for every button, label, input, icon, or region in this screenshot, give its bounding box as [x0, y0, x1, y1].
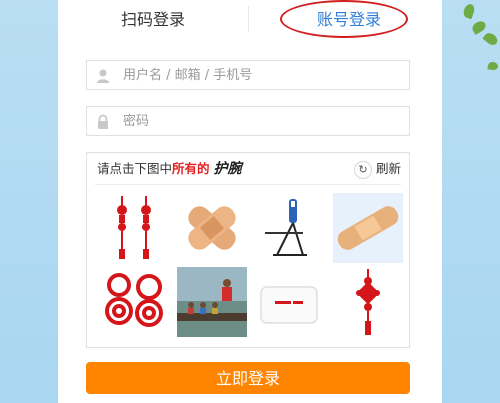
username-field [86, 60, 410, 90]
username-input[interactable] [123, 61, 403, 89]
captcha-image-bandage[interactable] [333, 193, 403, 263]
decorative-leaf [470, 19, 488, 35]
decorative-leaf [461, 2, 477, 20]
tab-divider [248, 6, 249, 32]
decorative-leaf [482, 30, 500, 48]
captcha-image-chinese-knot[interactable] [333, 267, 403, 337]
login-panel: 扫码登录 账号登录 请点击下图中所有的护腕 ↻刷新 [58, 0, 442, 403]
captcha-prompt-prefix: 请点击下图中 [97, 161, 173, 176]
refresh-icon: ↻ [353, 160, 372, 179]
password-field [86, 106, 410, 136]
tab-qr-login[interactable]: 扫码登录 [98, 6, 208, 34]
user-icon [95, 68, 111, 84]
decorative-leaf [487, 61, 499, 71]
captcha-refresh-label: 刷新 [375, 161, 401, 176]
captcha-keyword: 护腕 [213, 161, 242, 177]
captcha-image-paper-cutting[interactable] [99, 267, 169, 337]
lock-icon [95, 114, 111, 130]
captcha-image-wristband[interactable] [255, 267, 325, 337]
captcha-image-knot-tassels[interactable] [99, 193, 169, 263]
captcha-prompt-highlight: 所有的 [172, 161, 210, 176]
login-button[interactable]: 立即登录 [86, 362, 410, 394]
captcha-box: 请点击下图中所有的 护腕 ↻ 刷新 [86, 152, 410, 348]
captcha-refresh-button[interactable]: ↻ 刷新 [353, 159, 401, 179]
captcha-prompt: 请点击下图中所有的 护腕 [97, 157, 242, 181]
captcha-image-dragon-boat[interactable] [177, 267, 247, 337]
captcha-image-pommel-horse[interactable] [255, 193, 325, 263]
annotation-ring [280, 0, 408, 38]
password-input[interactable] [123, 107, 403, 135]
captcha-image-bandage-cross[interactable] [177, 193, 247, 263]
captcha-divider [95, 184, 401, 185]
